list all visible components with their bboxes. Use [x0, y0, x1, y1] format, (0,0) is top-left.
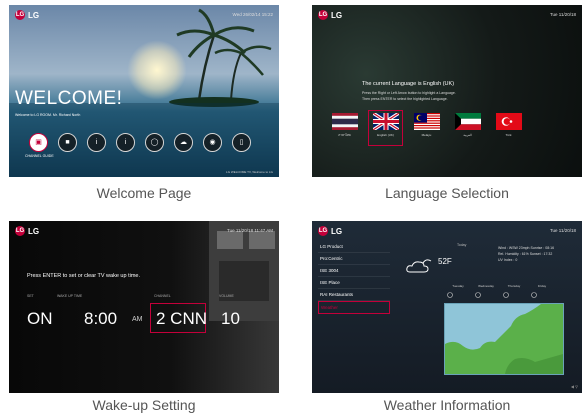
mobile-icon[interactable]: ▯ [232, 133, 251, 152]
turkey-flag-icon [495, 113, 522, 130]
selected-icon-label: CHANNEL GUIDE [25, 154, 54, 158]
bus-background-illustration [209, 221, 279, 321]
wakeup-time-value[interactable]: 8:00 [84, 309, 117, 329]
language-option-malay[interactable]: Melayu [410, 111, 443, 145]
temperature: 52F [438, 257, 452, 266]
forecast-day: Tuesday [452, 284, 464, 288]
wakeup-time-label: WAKE UP TIME [57, 294, 83, 298]
welcome-subtext: Welcome to LG ROOM. Mr. Richard North [15, 113, 81, 117]
caption-language: Language Selection [385, 185, 509, 201]
map-landmass [445, 304, 563, 374]
language-option-thai[interactable]: ภาษาไทย [328, 111, 361, 145]
language-page-screenshot: LG LG Tue 11/20/18 The current Language i… [312, 5, 582, 177]
lg-logo: LG LG [15, 226, 40, 236]
channel-label: CHANNEL [154, 294, 171, 298]
cloud-sun-icon [406, 259, 432, 273]
forecast-day: Thursday [507, 284, 521, 288]
datetime: Tue 11/20/18 [549, 228, 576, 233]
language-option-english[interactable]: English (UK) [368, 110, 403, 146]
main-menu-icons: ▣ ■ i i ◯ ☁ ◉ ▯ [29, 133, 251, 152]
weather-sidebar-menu: LG Product Pro:Centric ISE 3004 ISE Plac… [318, 241, 390, 314]
welcome-page-screenshot: LG LG Wed 26/02/14 15:22 WELCOME! Welcome… [9, 5, 279, 177]
uk-flag-icon [372, 113, 399, 130]
malaysia-flag-icon [413, 113, 440, 130]
menu-item-rai-restaurants[interactable]: RAI Restaurants [318, 289, 390, 301]
thai-flag-icon [331, 113, 358, 130]
language-instruction: Then press ENTER to select the highlight… [362, 97, 448, 101]
alarm-icon[interactable]: ◉ [203, 133, 222, 152]
caption-wakeup: Wake-up Setting [92, 397, 196, 413]
language-flags: ภาษาไทย English (UK) Melayu العربية Türk [328, 110, 525, 146]
kuwait-flag-icon [454, 113, 481, 130]
forecast-weather-icons [447, 292, 537, 298]
lg-logo: LG LG [318, 226, 343, 236]
forecast-days: Tuesday Wednesday Thursday Friday [444, 284, 556, 288]
footer-text: LG WELCOME TV, Welcome to LG [226, 170, 273, 174]
weather-map[interactable] [444, 303, 564, 375]
volume-label: VOLUME [219, 294, 234, 298]
globe-icon[interactable]: ◯ [145, 133, 164, 152]
wakeup-page-screenshot: LG LG Tue 11/20/18 11:47 AM Press ENTER t… [9, 221, 279, 393]
menu-item-procentric[interactable]: Pro:Centric [318, 253, 390, 265]
set-value[interactable]: ON [27, 309, 53, 329]
map-controls[interactable]: ◀ ⚲ [571, 384, 578, 389]
today-label: Today [457, 243, 467, 247]
info-icon[interactable]: i [116, 133, 135, 152]
menu-item-lg-product[interactable]: LG Product [318, 241, 390, 253]
datetime: Wed 26/02/14 15:22 [232, 12, 273, 17]
channel-value[interactable]: 2 CNN [156, 309, 207, 329]
caption-welcome: Welcome Page [96, 185, 192, 201]
menu-item-ise-place[interactable]: ISE Place [318, 277, 390, 289]
language-option-arabic[interactable]: العربية [451, 111, 484, 145]
info-icon[interactable]: ■ [58, 133, 77, 152]
welcome-heading: WELCOME! [15, 88, 123, 109]
menu-item-weather[interactable]: Weather [318, 301, 390, 314]
forecast-day: Friday [537, 284, 547, 288]
weather-page-screenshot: LG LG Tue 11/20/18 LG Product Pro:Centric… [312, 221, 582, 393]
ampm-value[interactable]: AM [132, 316, 143, 323]
info-icon[interactable]: i [87, 133, 106, 152]
set-label: SET [27, 294, 34, 298]
datetime: Tue 11/20/18 [549, 12, 576, 17]
tv-icon[interactable]: ▣ [29, 133, 48, 152]
lg-logo: LG LG [318, 10, 343, 20]
lg-logo: LG LG [15, 10, 40, 20]
weather-icon[interactable]: ☁ [174, 133, 193, 152]
language-title: The current Language is English (UK) [362, 81, 455, 87]
datetime: Tue 11/20/18 11:47 AM [227, 228, 273, 233]
menu-item-ise-3004[interactable]: ISE 3004 [318, 265, 390, 277]
language-instruction: Press the Right or Left Arrow button to … [362, 91, 456, 95]
uv-index: UV Index : 0 [498, 258, 518, 262]
volume-value[interactable]: 10 [221, 309, 240, 329]
caption-weather: Weather Information [383, 397, 511, 413]
forecast-day: Wednesday [478, 284, 494, 288]
weather-details: Wind : WSW 23mph Sunrise : 08:16 Rel. Hu… [498, 245, 554, 263]
wakeup-prompt: Press ENTER to set or clear TV wake up t… [27, 273, 140, 279]
language-option-turkish[interactable]: Türk [492, 111, 525, 145]
